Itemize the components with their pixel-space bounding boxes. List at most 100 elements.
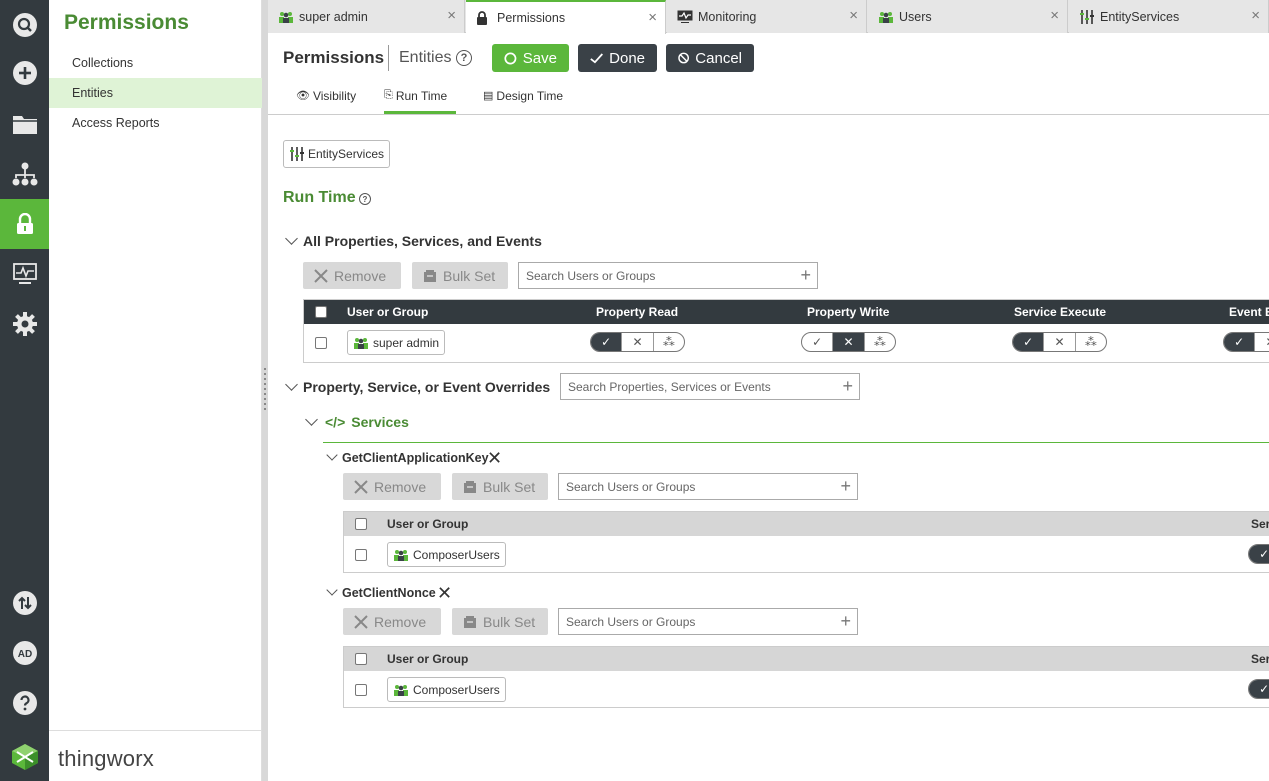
user-chip[interactable]: ComposerUsers: [387, 542, 506, 567]
help-icon[interactable]: ?: [359, 193, 371, 205]
event-execute-toggle[interactable]: ✓✕⁂: [1223, 332, 1269, 352]
subnav-item-access-reports[interactable]: Access Reports: [49, 108, 262, 138]
inherit-icon[interactable]: ⁂: [654, 333, 684, 351]
search-users-input[interactable]: Search Users or Groups +: [518, 262, 818, 289]
remove-label: Remove: [374, 613, 427, 630]
folder-icon[interactable]: [0, 99, 49, 149]
allow-icon[interactable]: ✓: [1224, 333, 1256, 351]
run-time-title: Run Time: [283, 189, 356, 206]
row-checkbox[interactable]: [355, 549, 367, 561]
ad-icon[interactable]: AD: [0, 628, 49, 678]
tab-entity-services[interactable]: EntityServices ×: [1069, 0, 1269, 33]
bulk-set-icon: [424, 269, 436, 282]
add-icon[interactable]: +: [840, 477, 851, 495]
chevron-down-icon[interactable]: [326, 449, 338, 461]
column-header: User or Group: [347, 305, 429, 319]
select-all-checkbox[interactable]: [315, 306, 327, 318]
tab-users[interactable]: Users ×: [868, 0, 1068, 33]
tab-permissions[interactable]: Permissions ×: [466, 0, 666, 34]
bulk-set-button[interactable]: Bulk Set: [452, 473, 548, 500]
page-title: Permissions: [283, 48, 385, 67]
close-icon[interactable]: ×: [648, 10, 657, 25]
add-icon[interactable]: +: [842, 377, 853, 395]
brand-name: thingworx: [58, 746, 154, 771]
bulk-set-button[interactable]: Bulk Set: [412, 262, 508, 289]
subnav-item-collections[interactable]: Collections: [49, 48, 262, 78]
close-icon[interactable]: ×: [1050, 8, 1059, 23]
allow-icon[interactable]: ✓: [591, 333, 623, 351]
done-button[interactable]: Done: [578, 44, 657, 72]
splitter-handle[interactable]: [264, 368, 266, 412]
chevron-down-icon[interactable]: [285, 378, 298, 391]
column-header: Ser: [1251, 652, 1269, 666]
service-execute-toggle[interactable]: ✓✕⁂: [1248, 544, 1269, 564]
monitoring-icon[interactable]: [0, 249, 49, 299]
user-chip[interactable]: ComposerUsers: [387, 677, 506, 702]
tab-super-admin[interactable]: super admin ×: [268, 0, 465, 33]
inherit-icon[interactable]: ⁂: [1076, 333, 1106, 351]
property-write-toggle[interactable]: ✓ ✕ ⁂: [801, 332, 896, 352]
entity-chip[interactable]: EntityServices: [283, 140, 391, 168]
add-icon[interactable]: +: [840, 612, 851, 630]
help-icon[interactable]: [0, 678, 49, 728]
deny-icon[interactable]: ✕: [1044, 333, 1076, 351]
close-icon[interactable]: ×: [447, 8, 456, 23]
tab-visibility[interactable]: 👁 Visibility: [296, 89, 356, 114]
user-chip[interactable]: super admin: [347, 330, 446, 355]
tab-design-time[interactable]: ▤ Design Time: [483, 89, 563, 114]
tab-label: Monitoring: [698, 9, 757, 24]
service-execute-toggle[interactable]: ✓✕⁂: [1248, 679, 1269, 699]
save-button[interactable]: Save: [492, 44, 569, 72]
select-all-checkbox[interactable]: [355, 653, 367, 665]
search-users-input[interactable]: Search Users or Groups +: [558, 473, 858, 500]
gear-icon[interactable]: [0, 299, 49, 349]
row-checkbox[interactable]: [315, 337, 327, 349]
select-all-checkbox[interactable]: [355, 518, 367, 530]
deny-icon[interactable]: ✕: [833, 333, 865, 351]
bulk-set-button[interactable]: Bulk Set: [452, 608, 548, 635]
search-icon[interactable]: [0, 0, 49, 50]
service-execute-toggle[interactable]: ✓✕⁂: [1012, 332, 1107, 352]
add-icon[interactable]: [0, 48, 49, 98]
add-icon[interactable]: +: [800, 266, 811, 284]
deny-icon[interactable]: ✕: [1255, 333, 1269, 351]
cancel-button[interactable]: Cancel: [666, 44, 754, 72]
lock-icon[interactable]: [0, 199, 49, 249]
close-icon[interactable]: ×: [1251, 8, 1260, 23]
remove-service-icon[interactable]: ✕: [437, 584, 452, 602]
property-read-toggle[interactable]: ✓ ✕ ⁂: [590, 332, 685, 352]
deny-icon[interactable]: ✕: [622, 333, 654, 351]
import-export-icon[interactable]: [0, 578, 49, 628]
save-circle-icon: [504, 52, 517, 64]
row-checkbox[interactable]: [355, 684, 367, 696]
search-properties-input[interactable]: Search Properties, Services or Events +: [560, 373, 860, 400]
allow-icon[interactable]: ✓: [1249, 545, 1269, 563]
allow-icon[interactable]: ✓: [1013, 333, 1045, 351]
chevron-down-icon[interactable]: [285, 232, 298, 245]
chevron-down-icon[interactable]: [305, 413, 318, 426]
subnav-item-entities[interactable]: Entities: [49, 78, 262, 108]
close-icon[interactable]: ×: [849, 8, 858, 23]
close-icon: [354, 614, 368, 629]
user-chip-label: ComposerUsers: [413, 682, 500, 697]
search-users-input[interactable]: Search Users or Groups +: [558, 608, 858, 635]
hierarchy-icon[interactable]: [0, 149, 49, 199]
entity-chip-label: EntityServices: [308, 147, 385, 161]
panel-splitter[interactable]: [262, 0, 268, 781]
remove-button[interactable]: Remove: [303, 262, 401, 289]
help-icon[interactable]: ?: [456, 50, 472, 66]
tab-run-time[interactable]: ⎘ Run Time: [384, 89, 456, 114]
group-icon: [878, 10, 894, 24]
remove-button[interactable]: Remove: [343, 608, 441, 635]
chevron-down-icon[interactable]: [326, 584, 338, 596]
remove-button[interactable]: Remove: [343, 473, 441, 500]
check-icon: [590, 52, 603, 63]
inherit-icon[interactable]: ⁂: [865, 333, 895, 351]
allow-icon[interactable]: ✓: [1249, 680, 1269, 698]
allow-icon[interactable]: ✓: [802, 333, 834, 351]
tab-monitoring[interactable]: Monitoring ×: [667, 0, 867, 33]
remove-service-icon[interactable]: ✕: [487, 449, 502, 467]
permissions-subnav: Permissions Collections Entities Access …: [49, 0, 262, 781]
subtab-label: Run Time: [395, 89, 448, 103]
remove-label: Remove: [334, 267, 387, 284]
